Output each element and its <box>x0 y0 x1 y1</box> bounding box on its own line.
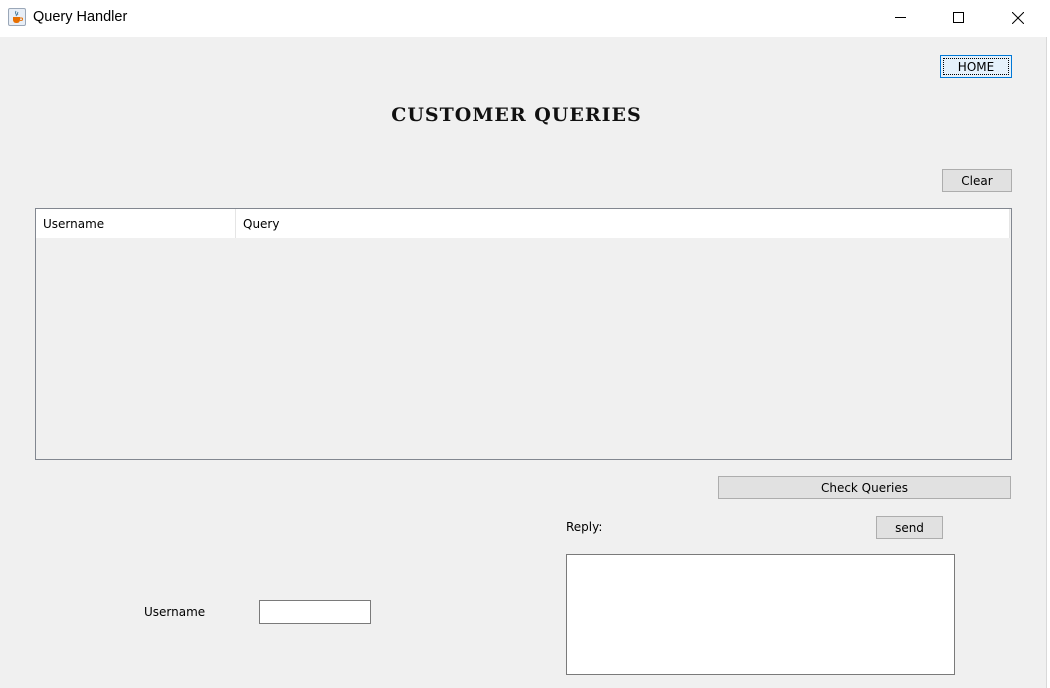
home-button[interactable]: HOME <box>940 55 1012 78</box>
window-border <box>1046 37 1050 688</box>
send-button[interactable]: send <box>876 516 943 539</box>
minimize-icon <box>895 17 906 18</box>
username-input[interactable] <box>259 600 371 624</box>
window-title: Query Handler <box>33 9 128 25</box>
clear-button[interactable]: Clear <box>942 169 1012 192</box>
clear-button-label: Clear <box>961 173 993 188</box>
title-bar: Query Handler <box>0 0 1050 37</box>
focus-ring <box>943 58 1009 75</box>
table-header: Username Query <box>36 209 1010 238</box>
maximize-icon <box>953 12 964 23</box>
java-cup-icon <box>8 8 26 26</box>
username-label: Username <box>144 605 206 619</box>
column-header-username[interactable]: Username <box>36 209 236 238</box>
close-icon <box>1012 12 1024 24</box>
page-title: CUSTOMER QUERIES <box>391 104 642 126</box>
column-header-query[interactable]: Query <box>236 209 1010 238</box>
minimize-button[interactable] <box>878 0 924 37</box>
maximize-button[interactable] <box>936 0 982 37</box>
queries-table[interactable]: Username Query <box>35 208 1012 460</box>
check-queries-button-label: Check Queries <box>820 480 909 495</box>
check-queries-button[interactable]: Check Queries <box>718 476 1011 499</box>
send-button-label: send <box>895 520 924 535</box>
reply-textarea[interactable] <box>566 554 955 675</box>
close-button[interactable] <box>995 0 1041 37</box>
reply-label: Reply: <box>566 520 603 534</box>
